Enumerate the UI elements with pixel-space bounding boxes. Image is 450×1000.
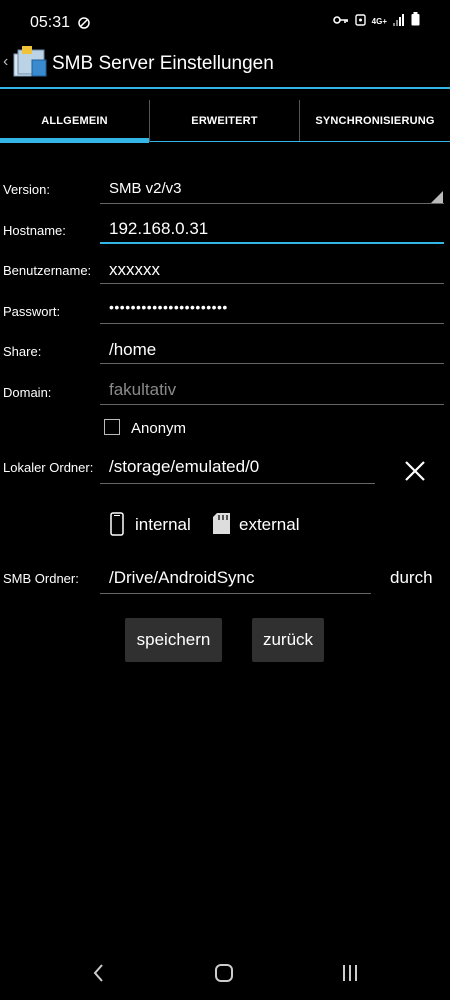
battery-icon: [411, 12, 420, 31]
nav-back-icon[interactable]: [92, 962, 106, 989]
tab-underline: [150, 141, 450, 142]
domain-label: Domain:: [3, 385, 52, 400]
version-underline: [100, 203, 444, 204]
back-button[interactable]: zurück: [252, 618, 324, 662]
domain-underline: [100, 404, 444, 405]
network-type-icon: 4G+: [371, 17, 387, 26]
domain-input[interactable]: fakultativ: [109, 380, 176, 400]
local-folder-input[interactable]: /storage/emulated/0: [109, 457, 259, 477]
spinner-corner-icon: [430, 191, 443, 209]
username-input[interactable]: xxxxxx: [109, 260, 160, 280]
local-folder-underline: [100, 483, 375, 484]
smb-folder-label: SMB Ordner:: [3, 571, 79, 586]
vpn-key-icon: [332, 13, 349, 31]
page-title: SMB Server Einstellungen: [52, 53, 274, 74]
nav-recents-icon[interactable]: [341, 962, 359, 989]
dnd-icon: [78, 16, 90, 34]
external-label[interactable]: external: [239, 515, 299, 535]
password-underline: [100, 323, 444, 324]
browse-button[interactable]: durch: [390, 568, 433, 588]
status-icons: 4G+: [332, 12, 420, 31]
signal-icon: [393, 13, 405, 31]
local-folder-label: Lokaler Ordner:: [3, 460, 94, 475]
username-underline: [100, 283, 444, 284]
share-underline: [100, 363, 444, 364]
password-input[interactable]: ••••••••••••••••••••••: [109, 299, 228, 315]
version-label: Version:: [3, 182, 50, 197]
hostname-underline: [100, 242, 444, 244]
smb-folder-underline: [100, 593, 371, 594]
save-button[interactable]: speichern: [125, 618, 222, 662]
back-chevron-icon[interactable]: ‹: [3, 53, 8, 71]
username-label: Benutzername:: [3, 263, 92, 278]
active-tab-indicator: [0, 138, 149, 143]
version-spinner[interactable]: SMB v2/v3: [109, 180, 182, 197]
hostname-input[interactable]: 192.168.0.31: [109, 219, 208, 239]
lock-icon: [354, 12, 366, 31]
tab-allgemein[interactable]: ALLGEMEIN: [0, 100, 149, 142]
anonym-checkbox[interactable]: [104, 419, 120, 435]
status-time: 05:31: [30, 14, 71, 31]
clear-icon[interactable]: [404, 460, 426, 487]
hostname-label: Hostname:: [3, 223, 66, 238]
smb-folder-input[interactable]: /Drive/AndroidSync: [109, 568, 255, 588]
sd-card-icon[interactable]: [213, 513, 230, 539]
anonym-label[interactable]: Anonym: [131, 420, 186, 437]
share-input[interactable]: /home: [109, 340, 156, 360]
tab-erweitert[interactable]: ERWEITERT: [150, 100, 299, 142]
internal-label[interactable]: internal: [135, 515, 191, 535]
share-label: Share:: [3, 344, 42, 359]
tab-synchronisierung[interactable]: SYNCHRONISIERUNG: [300, 100, 450, 142]
password-label: Passwort:: [3, 304, 61, 319]
app-folder-icon[interactable]: [12, 46, 48, 85]
nav-home-icon[interactable]: [214, 962, 234, 989]
phone-icon[interactable]: [110, 512, 124, 541]
action-bar-divider: [0, 87, 450, 89]
